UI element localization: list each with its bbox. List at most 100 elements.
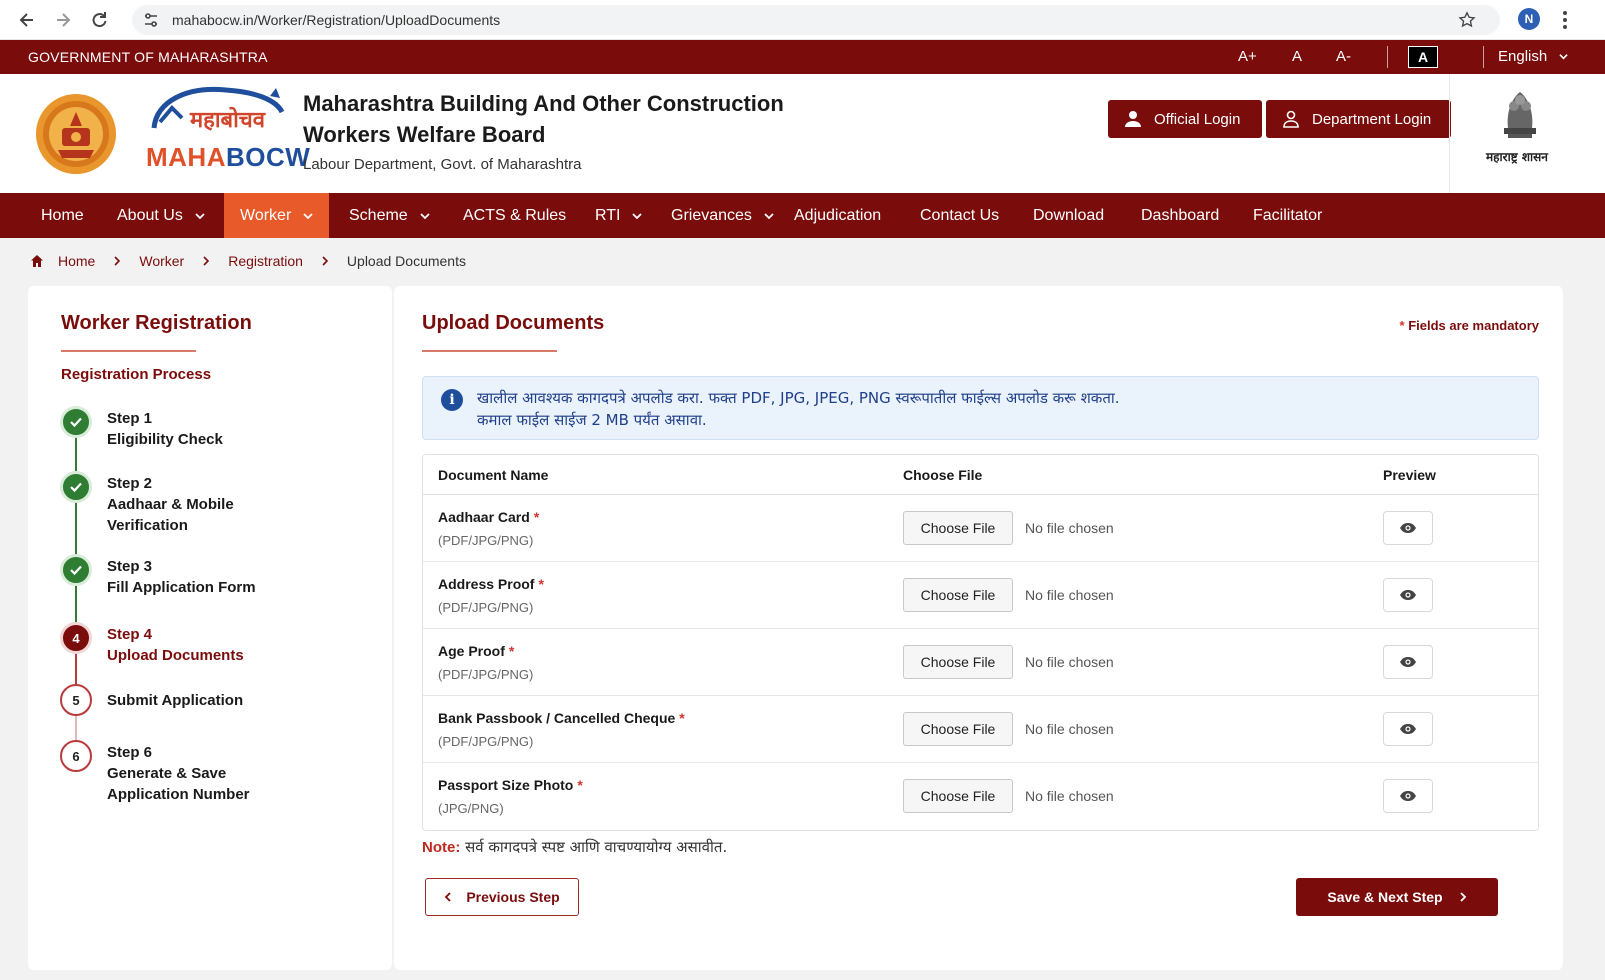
- forward-icon[interactable]: [52, 9, 74, 31]
- nav-grievances[interactable]: Grievances: [671, 193, 774, 238]
- preview-button[interactable]: [1383, 578, 1433, 612]
- upload-documents-panel: Upload Documents * Fields are mandatory …: [394, 286, 1563, 970]
- choose-file-button[interactable]: Choose File: [903, 712, 1013, 746]
- chevron-down-icon: [420, 212, 430, 219]
- column-header: Preview: [1383, 467, 1436, 483]
- document-name: Age Proof *: [438, 643, 515, 659]
- document-formats: (PDF/JPG/PNG): [438, 734, 534, 749]
- chevron-down-icon: [195, 212, 205, 219]
- document-formats: (PDF/JPG/PNG): [438, 667, 534, 682]
- browser-menu-icon[interactable]: [1562, 10, 1568, 30]
- document-formats: (JPG/PNG): [438, 801, 504, 816]
- nav-home[interactable]: Home: [41, 193, 84, 238]
- nav-contact-us[interactable]: Contact Us: [920, 193, 999, 238]
- title-underline: [422, 350, 557, 352]
- high-contrast-button[interactable]: A: [1408, 46, 1438, 68]
- step-2: Step 2 Aadhaar & Mobile Verification: [107, 475, 234, 534]
- previous-step-button[interactable]: Previous Step: [425, 878, 579, 916]
- choose-file-button[interactable]: Choose File: [903, 645, 1013, 679]
- preview-button[interactable]: [1383, 712, 1433, 746]
- font-increase-button[interactable]: A+: [1238, 48, 1257, 65]
- eye-icon: [1400, 791, 1416, 801]
- main-navigation: Home About Us Worker Scheme ACTS & Rules…: [0, 193, 1605, 238]
- choose-file-button[interactable]: Choose File: [903, 779, 1013, 813]
- step-1: Step 1 Eligibility Check: [107, 410, 223, 448]
- step-3: Step 3 Fill Application Form: [107, 558, 256, 596]
- table-row: Age Proof * (PDF/JPG/PNG) Choose File No …: [423, 629, 1538, 696]
- home-icon: [31, 255, 43, 267]
- breadcrumb-registration[interactable]: Registration: [228, 253, 303, 269]
- nav-rti[interactable]: RTI: [595, 193, 643, 238]
- national-emblem-logo: [1504, 92, 1536, 138]
- breadcrumb-current: Upload Documents: [346, 253, 466, 269]
- file-status: No file chosen: [1025, 721, 1114, 737]
- step-6-badge: 6: [60, 740, 92, 772]
- preview-button[interactable]: [1383, 779, 1433, 813]
- file-status: No file chosen: [1025, 587, 1114, 603]
- official-login-button[interactable]: Official Login: [1108, 100, 1262, 138]
- step-5-badge: 5: [60, 684, 92, 716]
- info-alert: i खालील आवश्यक कागदपत्रे अपलोड करा. फक्त…: [422, 376, 1539, 440]
- preview-button[interactable]: [1383, 645, 1433, 679]
- file-status: No file chosen: [1025, 788, 1114, 804]
- mahabocw-seal-logo: [36, 94, 116, 174]
- process-label: Registration Process: [61, 366, 212, 383]
- nav-dashboard[interactable]: Dashboard: [1141, 193, 1219, 238]
- save-next-step-button[interactable]: Save & Next Step: [1296, 878, 1498, 916]
- step-5: Submit Application: [107, 692, 244, 709]
- step-4: Step 4 Upload Documents: [107, 626, 244, 664]
- chevron-left-icon: [445, 892, 451, 902]
- step-3-check-icon: [60, 554, 92, 586]
- profile-avatar[interactable]: N: [1518, 8, 1540, 30]
- nav-adjudication[interactable]: Adjudication: [794, 193, 881, 238]
- nav-download[interactable]: Download: [1033, 193, 1104, 238]
- mandatory-note: * Fields are mandatory: [1399, 318, 1539, 333]
- nav-acts-rules[interactable]: ACTS & Rules: [463, 193, 566, 238]
- step-1-check-icon: [60, 406, 92, 438]
- page-title: Upload Documents: [422, 312, 605, 334]
- back-icon[interactable]: [16, 9, 38, 31]
- table-row: Address Proof * (PDF/JPG/PNG) Choose File…: [423, 562, 1538, 629]
- reload-icon[interactable]: [88, 9, 110, 31]
- department-login-button[interactable]: Department Login: [1266, 100, 1451, 138]
- address-bar[interactable]: mahabocw.in/Worker/Registration/UploadDo…: [132, 5, 1500, 35]
- chevron-right-icon: [322, 256, 329, 266]
- nav-about-us[interactable]: About Us: [117, 193, 205, 238]
- info-icon: i: [441, 389, 463, 411]
- site-settings-icon[interactable]: [142, 11, 160, 29]
- breadcrumb-home[interactable]: Home: [58, 253, 95, 269]
- chevron-down-icon: [1559, 54, 1569, 60]
- divider: [1449, 74, 1450, 193]
- chevron-right-icon: [203, 256, 210, 266]
- mahabocw-logo-text: MAHABOCW: [146, 142, 311, 172]
- user-outline-icon: [1283, 110, 1299, 128]
- step-4-badge: 4: [60, 622, 92, 654]
- language-select[interactable]: English: [1498, 48, 1569, 65]
- emblem-label: महाराष्ट्र शासन: [1486, 150, 1548, 164]
- note-text: Note: सर्व कागदपत्रे स्पष्ट आणि वाचण्याय…: [422, 838, 728, 856]
- font-normal-button[interactable]: A: [1292, 48, 1302, 65]
- document-formats: (PDF/JPG/PNG): [438, 600, 534, 615]
- gov-top-bar: GOVERNMENT OF MAHARASHTRA A+ A A- A Engl…: [0, 40, 1605, 74]
- nav-scheme[interactable]: Scheme: [349, 193, 430, 238]
- preview-button[interactable]: [1383, 511, 1433, 545]
- site-header: महाबोचव MAHABOCW Maharashtra Building An…: [0, 74, 1605, 193]
- url-text: mahabocw.in/Worker/Registration/UploadDo…: [172, 12, 501, 28]
- eye-icon: [1400, 724, 1416, 734]
- choose-file-button[interactable]: Choose File: [903, 511, 1013, 545]
- bookmark-star-icon[interactable]: [1458, 11, 1476, 29]
- breadcrumb-worker[interactable]: Worker: [139, 253, 184, 269]
- nav-worker[interactable]: Worker: [224, 193, 330, 238]
- choose-file-button[interactable]: Choose File: [903, 578, 1013, 612]
- gov-title: GOVERNMENT OF MAHARASHTRA: [28, 49, 268, 65]
- file-status: No file chosen: [1025, 520, 1114, 536]
- nav-facilitator[interactable]: Facilitator: [1253, 193, 1322, 238]
- divider: [1387, 46, 1388, 68]
- table-row: Bank Passbook / Cancelled Cheque * (PDF/J…: [423, 696, 1538, 763]
- registration-sidebar: Worker Registration Registration Process…: [28, 286, 392, 970]
- step-6: Step 6 Generate & Save Application Number: [107, 744, 250, 803]
- table-row: Passport Size Photo * (JPG/PNG) Choose Fi…: [423, 763, 1538, 830]
- font-decrease-button[interactable]: A-: [1336, 48, 1351, 65]
- document-name: Bank Passbook / Cancelled Cheque *: [438, 710, 685, 726]
- file-status: No file chosen: [1025, 654, 1114, 670]
